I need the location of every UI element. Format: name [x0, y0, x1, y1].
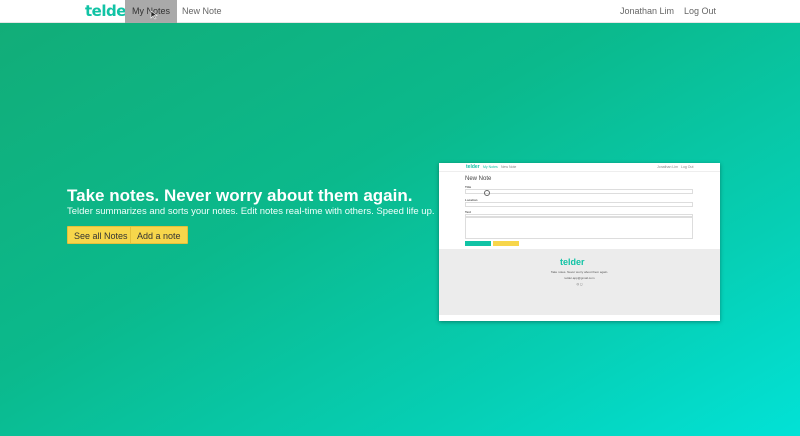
add-note-button[interactable]: Add a note	[130, 226, 188, 244]
preview-navbar: telder My Notes New Note Jonathan Lim Lo…	[439, 163, 720, 172]
see-all-notes-button[interactable]: See all Notes	[67, 226, 135, 244]
preview-input-location	[465, 202, 693, 207]
preview-nav-my-notes: My Notes	[483, 165, 498, 169]
preview-social-icons: ◎ ◻	[576, 282, 583, 286]
preview-footer-logo: telder	[560, 257, 585, 267]
preview-textarea	[465, 217, 693, 239]
preview-heading: New Note	[465, 176, 492, 182]
preview-cancel-button	[493, 241, 519, 246]
preview-footer-email: telder.app@gmail.com	[564, 276, 595, 280]
hero-title: Take notes. Never worry about them again…	[67, 186, 413, 205]
hero-subtitle: Telder summarizes and sorts your notes. …	[67, 206, 435, 217]
top-navbar: telder My Notes New Note Jonathan Lim Lo…	[0, 0, 800, 23]
preview-save-button	[465, 241, 491, 246]
nav-new-note[interactable]: New Note	[175, 0, 229, 23]
preview-nav-logout: Log Out	[681, 165, 694, 169]
hero-section: Take notes. Never worry about them again…	[0, 23, 800, 436]
preview-footer-tagline: Take notes. Never worry about them again…	[550, 270, 609, 274]
preview-circle-icon	[484, 190, 490, 196]
app-preview-image: telder My Notes New Note Jonathan Lim Lo…	[439, 163, 720, 321]
preview-footer: telder Take notes. Never worry about the…	[439, 249, 720, 315]
preview-input-title	[465, 189, 693, 194]
preview-nav-user: Jonathan Lim	[657, 165, 679, 169]
nav-logout[interactable]: Log Out	[677, 0, 723, 23]
nav-user-name[interactable]: Jonathan Lim	[613, 0, 681, 23]
preview-nav-new-note: New Note	[501, 165, 517, 169]
mouse-cursor-icon	[150, 10, 158, 20]
preview-brand: telder	[466, 164, 480, 170]
